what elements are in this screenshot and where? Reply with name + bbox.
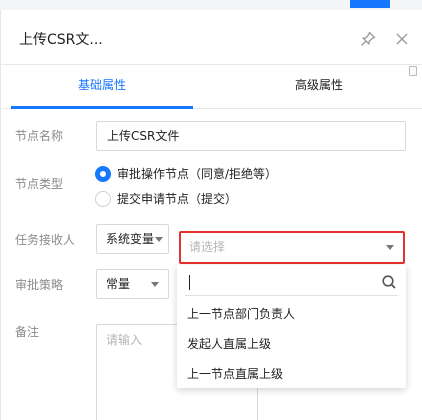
chevron-down-icon (386, 245, 394, 250)
search-icon[interactable] (381, 274, 397, 290)
tab-advanced-properties[interactable]: 高级属性 (237, 65, 401, 109)
radio-submit-node[interactable]: 提交申请节点（提交） (95, 190, 237, 207)
radio-submit-node-label: 提交申请节点（提交） (117, 192, 238, 206)
tab-basic-properties[interactable]: 基础属性 (11, 65, 193, 109)
assignee-select[interactable]: 请选择 (179, 231, 405, 264)
pin-icon[interactable] (359, 30, 377, 48)
panel-header: 上传CSR文... (1, 10, 422, 65)
assignee-source-select[interactable]: 系统变量 (96, 224, 169, 254)
top-primary-button-edge[interactable] (350, 0, 390, 8)
chevron-down-icon (155, 237, 163, 242)
node-name-input[interactable]: 上传CSR文件 (96, 121, 406, 151)
node-name-label: 节点名称 (15, 129, 64, 143)
radio-approval-node-label: 审批操作节点（同意/拒绝等） (117, 167, 278, 181)
assignee-select-placeholder: 请选择 (189, 240, 226, 254)
node-type-label: 节点类型 (15, 177, 64, 191)
radio-approval-node[interactable]: 审批操作节点（同意/拒绝等） (95, 165, 277, 182)
chevron-down-icon (151, 282, 159, 287)
close-icon[interactable] (393, 30, 411, 48)
remark-label: 备注 (15, 325, 40, 339)
text-cursor (189, 275, 190, 290)
dropdown-search-input[interactable] (185, 270, 398, 296)
panel-title: 上传CSR文... (19, 32, 103, 48)
assignee-source-value: 系统变量 (106, 232, 155, 246)
assignee-dropdown: 上一节点部门负责人 发起人直属上级 上一节点直属上级 (177, 265, 406, 388)
property-tabs: 基础属性 高级属性 (1, 65, 422, 109)
scrollbar-thumb[interactable] (409, 66, 417, 76)
node-properties-panel: 上传CSR文... 基础属性 高级属性 节点名称 上传CSR文件 节点类型 审批… (0, 10, 422, 420)
approval-strategy-label: 审批策略 (15, 278, 64, 292)
active-tab-indicator (11, 106, 193, 109)
remark-placeholder: 请输入 (106, 333, 143, 347)
radio-checked-icon (95, 165, 111, 182)
assignee-label: 任务接收人 (15, 233, 76, 247)
dropdown-option[interactable]: 上一节点直属上级 (187, 365, 283, 382)
dropdown-option[interactable]: 发起人直属上级 (187, 335, 271, 352)
dropdown-option[interactable]: 上一节点部门负责人 (187, 305, 295, 322)
approval-strategy-select[interactable]: 常量 (96, 269, 169, 299)
approval-strategy-value: 常量 (106, 277, 131, 291)
radio-unchecked-icon (95, 190, 111, 207)
